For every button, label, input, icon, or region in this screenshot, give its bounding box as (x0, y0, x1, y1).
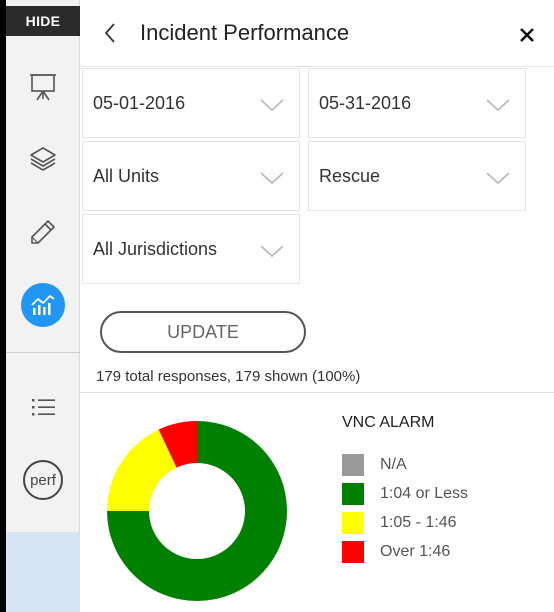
end-date-select[interactable]: 05-31-2016 (308, 68, 526, 138)
units-value: All Units (93, 166, 160, 186)
sidebar-item-performance[interactable] (6, 280, 80, 330)
back-button[interactable] (98, 18, 122, 48)
sidebar-item-perf[interactable]: perf (6, 455, 80, 505)
legend-item-na: N/A (342, 454, 407, 476)
chevron-down-icon (260, 99, 284, 112)
chevron-left-icon (104, 23, 115, 43)
sidebar-divider (6, 352, 80, 353)
legend-item-104-or-less: 1:04 or Less (342, 483, 468, 505)
chevron-down-icon (260, 172, 284, 185)
jurisdictions-value: All Jurisdictions (93, 239, 218, 259)
chart-title: VNC ALARM (342, 414, 435, 431)
panel-header: Incident Performance (80, 0, 554, 67)
legend-swatch-green (342, 483, 364, 505)
chevron-down-icon (486, 172, 510, 185)
legend-label: Over 1:46 (380, 543, 451, 560)
sidebar-footer-area (6, 532, 80, 612)
sidebar-item-list[interactable] (6, 382, 80, 432)
sidebar-item-edit[interactable] (6, 207, 80, 257)
donut-chart (107, 421, 287, 601)
legend-swatch-red (342, 541, 364, 563)
panel-title: Incident Performance (140, 20, 350, 45)
close-icon[interactable] (518, 26, 536, 44)
performance-chart-icon (31, 295, 55, 315)
legend-label: 1:04 or Less (380, 485, 469, 502)
pencil-icon (31, 220, 55, 244)
incident-type-value: Rescue (319, 166, 381, 186)
response-summary: 179 total responses, 179 shown (100%) (96, 368, 361, 385)
legend-swatch-yellow (342, 512, 364, 534)
incident-performance-panel: Incident Performance 05-01-2016 05-31-20… (80, 0, 554, 612)
legend-item-105-146: 1:05 - 1:46 (342, 512, 457, 534)
chevron-down-icon (486, 99, 510, 112)
legend-label: N/A (380, 456, 407, 473)
start-date-select[interactable]: 05-01-2016 (82, 68, 300, 138)
jurisdictions-select[interactable]: All Jurisdictions (82, 214, 300, 284)
perf-label: perf (30, 471, 56, 489)
layers-icon (30, 147, 56, 171)
legend-swatch-na (342, 454, 364, 476)
section-divider (80, 392, 554, 393)
end-date-value: 05-31-2016 (319, 93, 412, 113)
sidebar-item-presentation[interactable] (6, 62, 80, 112)
perf-icon: perf (23, 460, 63, 500)
hide-button[interactable]: HIDE (6, 6, 80, 36)
units-select[interactable]: All Units (82, 141, 300, 211)
active-indicator (21, 283, 65, 327)
sidebar-item-layers[interactable] (6, 134, 80, 184)
presentation-board-icon (30, 74, 56, 101)
legend-label: 1:05 - 1:46 (380, 514, 457, 531)
list-icon (32, 399, 55, 416)
incident-type-select[interactable]: Rescue (308, 141, 526, 211)
update-button[interactable]: UPDATE (100, 311, 306, 353)
legend-item-over-146: Over 1:46 (342, 541, 450, 563)
chevron-down-icon (260, 245, 284, 258)
sidebar: HIDE perf (6, 0, 80, 612)
start-date-value: 05-01-2016 (93, 93, 186, 113)
